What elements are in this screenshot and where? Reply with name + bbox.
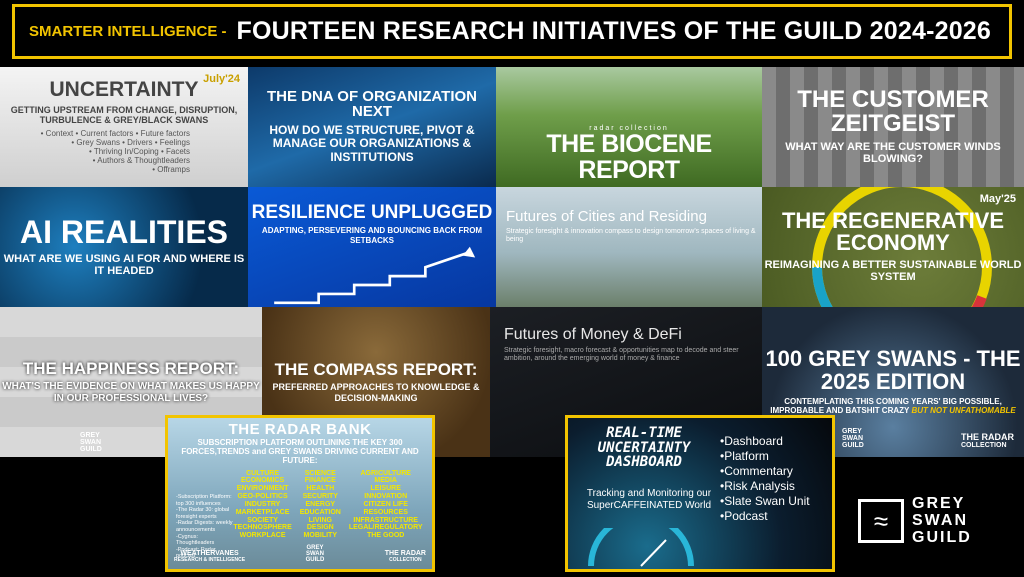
tile-uncertainty[interactable]: July'24 UNCERTAINTY GETTING UPSTREAM FRO… <box>0 67 248 187</box>
list-item: Slate Swan Unit <box>720 494 809 509</box>
tile-title: RESILIENCE UNPLUGGED <box>251 202 493 223</box>
tile-regenerative-economy[interactable]: May'25 THE REGENERATIVE ECONOMY REIMAGIN… <box>762 187 1024 307</box>
tile-subtitle: WHAT WAY ARE THE CUSTOMER WINDS BLOWING? <box>785 140 1001 166</box>
list-item: Dashboard <box>720 434 810 449</box>
tile-subtitle: WHAT ARE WE USING AI FOR AND WHERE IS IT… <box>3 252 245 278</box>
panel-footer: WEATHERVANES RESEARCH & INTELLIGENCE GRE… <box>174 545 426 563</box>
bullet: • Authors & Thoughtleaders <box>92 156 190 166</box>
forces-column: SCIENCE FINANCE HEALTH SECURITY ENERGY EDUCA… <box>299 469 341 540</box>
tile-subtitle: Strategic foresight, macro forecast & op… <box>504 347 739 363</box>
dashboard-feature-list: Dashboard Platform Commentary Risk Analy… <box>720 434 810 524</box>
weathervanes-logo: WEATHERVANES RESEARCH & INTELLIGENCE <box>174 550 246 563</box>
list-item: Commentary <box>720 464 810 479</box>
tile-subtitle: WHAT'S THE EVIDENCE ON WHAT MAKES US HAP… <box>2 381 260 404</box>
list-item: Podcast <box>720 509 810 524</box>
tile-subtitle: CONTEMPLATING THIS COMING YEARS' BIG POS… <box>770 397 1016 416</box>
tile-title: THE REGENERATIVE ECONOMY <box>781 207 1005 256</box>
tile-title: Futures of Money & DeFi <box>504 326 682 343</box>
forces-column: CULTURE ECONOMICS ENVIRONMENT GEO-POLITICS… <box>233 469 292 540</box>
radar-collection-logo: THE RADAR COLLECTION <box>961 432 1014 450</box>
radar-bank-panel[interactable]: THE RADAR BANK SUBSCRIPTION PLATFORM OUT… <box>165 415 435 572</box>
bullet: • Grey Swans • Drivers • Feelings <box>71 137 190 147</box>
tile-subtitle: REIMAGINING A BETTER SUSTAINABLE WORLD S… <box>764 258 1022 284</box>
tile-subtitle: Strategic foresight & innovation compass… <box>506 228 756 244</box>
bullet: • Context • Current factors • Future fac… <box>40 128 190 138</box>
bullet: • Offramps <box>152 165 190 175</box>
header-lead: SMARTER INTELLIGENCE - <box>29 23 227 40</box>
tile-customer-zeitgeist[interactable]: THE CUSTOMER ZEITGEIST WHAT WAY ARE THE … <box>762 67 1024 187</box>
gauge-icon <box>588 528 694 567</box>
tile-bullets: • Context • Current factors • Future fac… <box>41 129 190 175</box>
tile-title: THE COMPASS REPORT: <box>274 359 478 379</box>
bullet: • Thriving In/Coping • Facets <box>88 146 190 156</box>
tile-ai-realities[interactable]: AI REALITIES WHAT ARE WE USING AI FOR AN… <box>0 187 248 307</box>
panel-title: THE RADAR BANK <box>228 421 372 438</box>
tile-subtitle: HOW DO WE STRUCTURE, PIVOT & MANAGE OUR … <box>269 122 475 165</box>
tile-subtitle: GETTING UPSTREAM FROM CHANGE, DISRUPTION… <box>10 104 238 126</box>
tile-title: 100 GREY SWANS - THE 2025 EDITION <box>765 346 1021 394</box>
panel-subtitle: SUBSCRIPTION PLATFORM OUTLINING THE KEY … <box>181 438 419 466</box>
panel-subtitle: Tracking and Monitoring our SuperCAFFEIN… <box>586 488 712 511</box>
forces-columns: CULTURE ECONOMICS ENVIRONMENT GEO-POLITICS… <box>230 470 426 540</box>
grey-swan-guild-logo: GREY SWAN GUILD <box>80 432 102 453</box>
grey-swan-guild-main-logo: ≈ GREY SWAN GUILD <box>858 495 972 546</box>
grey-swan-guild-logo: GREY SWAN GUILD <box>842 428 864 449</box>
tile-subtitle-emphasis: BUT NOT UNFATHOMABLE <box>911 406 1016 416</box>
tile-title: UNCERTAINTY <box>49 78 199 102</box>
tile-subtitle: PREFERRED APPROACHES TO KNOWLEDGE & DECI… <box>272 382 480 403</box>
tile-title: Futures of Cities and Residing <box>506 208 707 225</box>
rising-stairs-icon <box>274 246 476 304</box>
tile-date: July'24 <box>203 73 240 85</box>
realtime-dashboard-panel[interactable]: REAL-TIME UNCERTAINTY DASHBOARD Tracking… <box>565 415 835 572</box>
radar-collection-logo: THE RADAR COLLECTION <box>384 550 426 563</box>
tile-title: THE BIOCENE REPORT <box>546 130 712 184</box>
tile-futures-of-cities[interactable]: Futures of Cities and Residing Strategic… <box>496 187 762 307</box>
panel-title: REAL-TIME UNCERTAINTY DASHBOARD <box>597 425 691 471</box>
tile-biocene-report[interactable]: radar collection THE BIOCENE REPORT <box>496 67 762 187</box>
tile-title: THE HAPPINESS REPORT: <box>22 358 240 378</box>
page-header: SMARTER INTELLIGENCE - FOURTEEN RESEARCH… <box>12 4 1012 59</box>
list-item: Risk Analysis <box>720 479 810 494</box>
grey-swan-guild-logo: GREY SWAN GUILD <box>305 545 325 563</box>
tile-dna-of-organization[interactable]: THE DNA OF ORGANIZATION NEXT HOW DO WE S… <box>248 67 496 187</box>
tile-title: THE CUSTOMER ZEITGEIST <box>797 85 989 138</box>
list-item: Platform <box>720 449 810 464</box>
swan-icon: ≈ <box>858 499 904 544</box>
forces-column: AGRICULTURE MEDIA LEISURE INNOVATION CITIZE… <box>348 469 423 540</box>
tile-resilience-unplugged[interactable]: RESILIENCE UNPLUGGED ADAPTING, PERSEVERI… <box>248 187 496 307</box>
tile-title: THE DNA OF ORGANIZATION NEXT <box>267 88 477 121</box>
tile-subtitle: ADAPTING, PERSEVERING AND BOUNCING BACK … <box>261 226 483 245</box>
tile-title: AI REALITIES <box>19 214 228 251</box>
page-title: FOURTEEN RESEARCH INITIATIVES OF THE GUI… <box>236 17 992 45</box>
logo-wordmark: GREY SWAN GUILD <box>912 495 972 546</box>
